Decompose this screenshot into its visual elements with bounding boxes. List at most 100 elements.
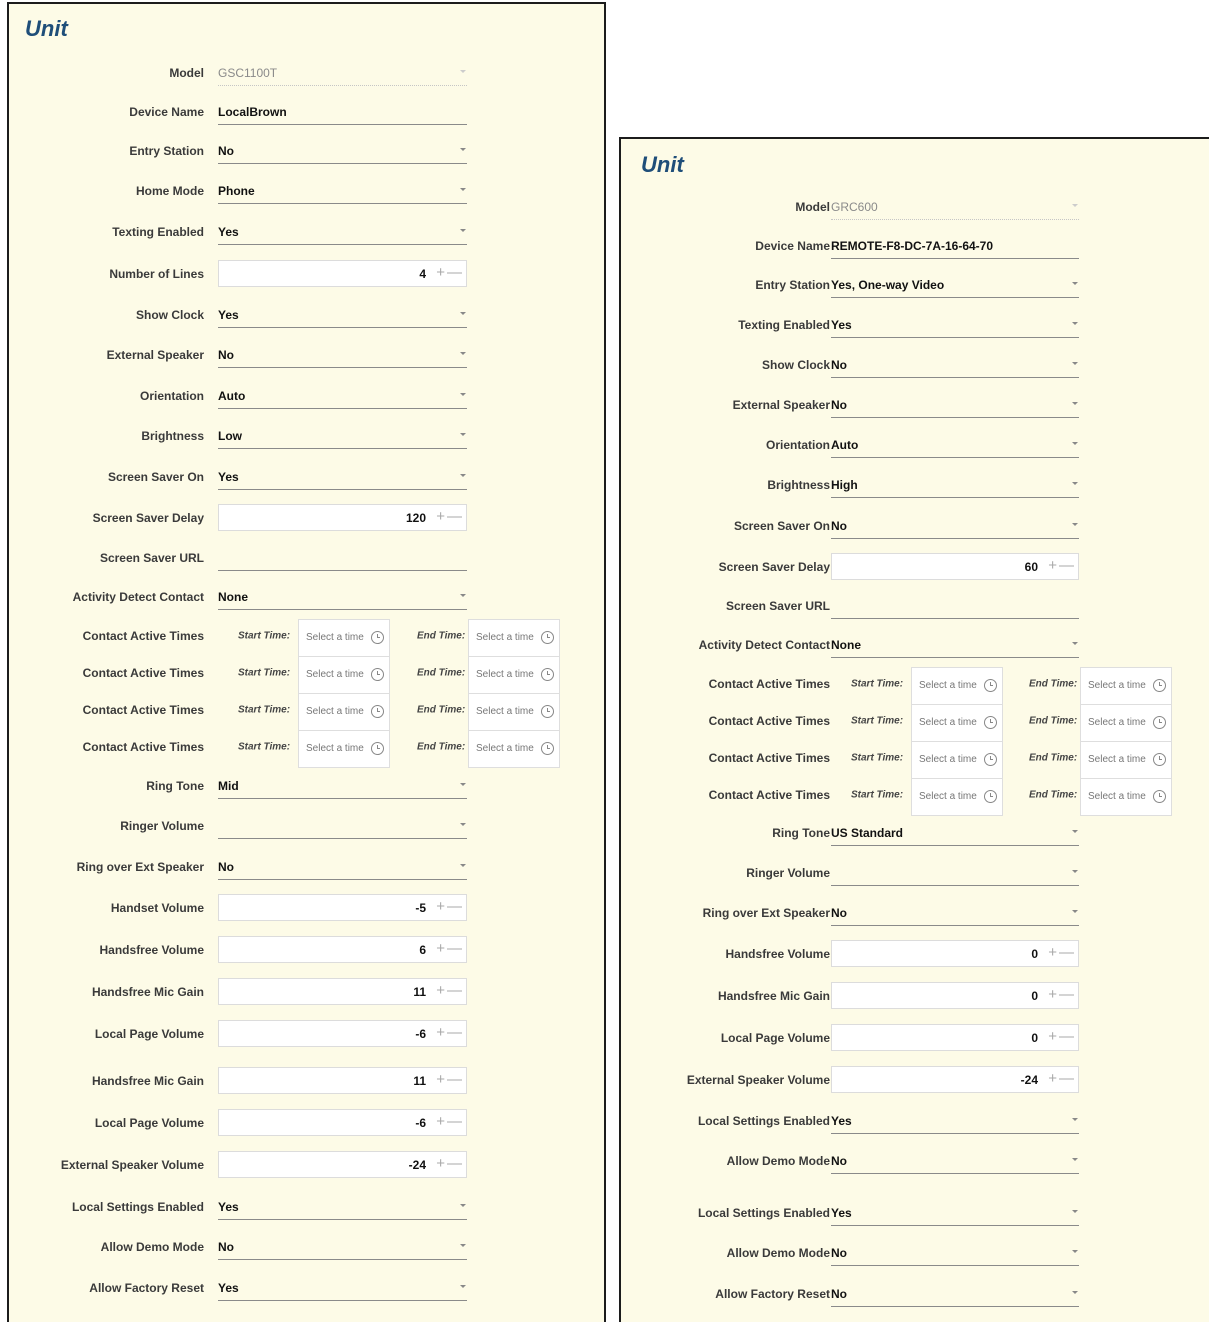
plus-icon[interactable]: + bbox=[436, 1071, 445, 1089]
plus-icon[interactable]: + bbox=[1048, 944, 1057, 962]
plus-icon[interactable]: + bbox=[436, 1113, 445, 1131]
handsfree-mic-gain-stepper[interactable]: 0 + — bbox=[831, 982, 1079, 1009]
clock-icon[interactable] bbox=[541, 705, 554, 718]
plus-icon[interactable]: + bbox=[1048, 1028, 1057, 1046]
minus-icon[interactable]: — bbox=[1059, 944, 1074, 962]
activity-detect-contact-select[interactable]: None bbox=[831, 635, 1079, 658]
plus-icon[interactable]: + bbox=[436, 1155, 445, 1173]
clock-icon[interactable] bbox=[984, 790, 997, 803]
start-time-picker[interactable]: Select a time bbox=[298, 693, 390, 731]
minus-icon[interactable]: — bbox=[447, 940, 462, 958]
home-mode-select[interactable]: Phone bbox=[218, 181, 467, 204]
start-time-picker[interactable]: Select a time bbox=[911, 667, 1003, 705]
end-time-picker[interactable]: Select a time bbox=[468, 730, 560, 768]
handset-volume-stepper[interactable]: -5 + — bbox=[218, 894, 467, 921]
external-speaker-select[interactable]: No bbox=[218, 345, 467, 368]
screen-saver-on-select[interactable]: No bbox=[831, 516, 1079, 539]
clock-icon[interactable] bbox=[371, 742, 384, 755]
brightness-select[interactable]: High bbox=[831, 475, 1079, 498]
ringer-volume-select[interactable] bbox=[831, 863, 1079, 886]
ringer-volume-select[interactable] bbox=[218, 816, 467, 839]
plus-icon[interactable]: + bbox=[436, 508, 445, 526]
device-name-input[interactable]: REMOTE-F8-DC-7A-16-64-70 bbox=[831, 236, 1079, 259]
allow-demo-mode-select[interactable]: No bbox=[831, 1151, 1079, 1174]
minus-icon[interactable]: — bbox=[447, 982, 462, 1000]
brightness-select[interactable]: Low bbox=[218, 426, 467, 449]
clock-icon[interactable] bbox=[1153, 790, 1166, 803]
screen-saver-delay-stepper[interactable]: 60 + — bbox=[831, 553, 1079, 580]
end-time-picker[interactable]: Select a time bbox=[468, 619, 560, 657]
local-page-volume-stepper[interactable]: -6 + — bbox=[218, 1109, 467, 1136]
start-time-picker[interactable]: Select a time bbox=[911, 704, 1003, 742]
plus-icon[interactable]: + bbox=[436, 898, 445, 916]
external-speaker-volume-stepper[interactable]: -24 + — bbox=[831, 1066, 1079, 1093]
screen-saver-on-select[interactable]: Yes bbox=[218, 467, 467, 490]
minus-icon[interactable]: — bbox=[1059, 557, 1074, 575]
start-time-picker[interactable]: Select a time bbox=[298, 619, 390, 657]
clock-icon[interactable] bbox=[1153, 753, 1166, 766]
end-time-picker[interactable]: Select a time bbox=[1080, 778, 1172, 816]
external-speaker-volume-stepper[interactable]: -24 + — bbox=[218, 1151, 467, 1178]
orientation-select[interactable]: Auto bbox=[218, 386, 467, 409]
external-speaker-select[interactable]: No bbox=[831, 395, 1079, 418]
clock-icon[interactable] bbox=[541, 742, 554, 755]
start-time-picker[interactable]: Select a time bbox=[298, 656, 390, 694]
clock-icon[interactable] bbox=[1153, 716, 1166, 729]
plus-icon[interactable]: + bbox=[1048, 1070, 1057, 1088]
minus-icon[interactable]: — bbox=[447, 1113, 462, 1131]
ring-tone-select[interactable]: Mid bbox=[218, 776, 467, 799]
local-settings-enabled-select[interactable]: Yes bbox=[831, 1111, 1079, 1134]
clock-icon[interactable] bbox=[541, 668, 554, 681]
clock-icon[interactable] bbox=[541, 631, 554, 644]
show-clock-select[interactable]: No bbox=[831, 355, 1079, 378]
texting-enabled-select[interactable]: Yes bbox=[831, 315, 1079, 338]
screen-saver-delay-stepper[interactable]: 120 + — bbox=[218, 504, 467, 531]
show-clock-select[interactable]: Yes bbox=[218, 305, 467, 328]
minus-icon[interactable]: — bbox=[447, 1024, 462, 1042]
clock-icon[interactable] bbox=[371, 668, 384, 681]
ring-over-ext-speaker-select[interactable]: No bbox=[831, 903, 1079, 926]
plus-icon[interactable]: + bbox=[436, 940, 445, 958]
orientation-select[interactable]: Auto bbox=[831, 435, 1079, 458]
end-time-picker[interactable]: Select a time bbox=[1080, 667, 1172, 705]
start-time-picker[interactable]: Select a time bbox=[911, 741, 1003, 779]
end-time-picker[interactable]: Select a time bbox=[1080, 704, 1172, 742]
allow-demo-mode-select[interactable]: No bbox=[218, 1237, 467, 1260]
clock-icon[interactable] bbox=[984, 753, 997, 766]
entry-station-select[interactable]: No bbox=[218, 141, 467, 164]
screen-saver-url-input[interactable] bbox=[218, 548, 467, 571]
plus-icon[interactable]: + bbox=[436, 264, 445, 282]
clock-icon[interactable] bbox=[1153, 679, 1166, 692]
local-page-volume-stepper[interactable]: -6 + — bbox=[218, 1020, 467, 1047]
texting-enabled-select[interactable]: Yes bbox=[218, 222, 467, 245]
start-time-picker[interactable]: Select a time bbox=[911, 778, 1003, 816]
end-time-picker[interactable]: Select a time bbox=[468, 693, 560, 731]
ring-tone-select[interactable]: US Standard bbox=[831, 823, 1079, 846]
minus-icon[interactable]: — bbox=[1059, 1028, 1074, 1046]
minus-icon[interactable]: — bbox=[1059, 1070, 1074, 1088]
number-of-lines-stepper[interactable]: 4 + — bbox=[218, 260, 467, 287]
end-time-picker[interactable]: Select a time bbox=[1080, 741, 1172, 779]
handsfree-volume-stepper[interactable]: 6 + — bbox=[218, 936, 467, 963]
allow-factory-reset-select[interactable]: Yes bbox=[218, 1278, 467, 1301]
clock-icon[interactable] bbox=[984, 679, 997, 692]
handsfree-mic-gain-stepper[interactable]: 11 + — bbox=[218, 978, 467, 1005]
screen-saver-url-input[interactable] bbox=[831, 596, 1079, 619]
end-time-picker[interactable]: Select a time bbox=[468, 656, 560, 694]
local-settings-enabled-select[interactable]: Yes bbox=[218, 1197, 467, 1220]
device-name-input[interactable]: LocalBrown bbox=[218, 102, 467, 125]
minus-icon[interactable]: — bbox=[447, 264, 462, 282]
plus-icon[interactable]: + bbox=[1048, 557, 1057, 575]
clock-icon[interactable] bbox=[371, 631, 384, 644]
ring-over-ext-speaker-select[interactable]: No bbox=[218, 857, 467, 880]
allow-factory-reset-select[interactable]: No bbox=[831, 1284, 1079, 1307]
plus-icon[interactable]: + bbox=[1048, 986, 1057, 1004]
clock-icon[interactable] bbox=[371, 705, 384, 718]
local-settings-enabled-select[interactable]: Yes bbox=[831, 1203, 1079, 1226]
allow-demo-mode-select[interactable]: No bbox=[831, 1243, 1079, 1266]
local-page-volume-stepper[interactable]: 0 + — bbox=[831, 1024, 1079, 1051]
minus-icon[interactable]: — bbox=[447, 1155, 462, 1173]
handsfree-volume-stepper[interactable]: 0 + — bbox=[831, 940, 1079, 967]
start-time-picker[interactable]: Select a time bbox=[298, 730, 390, 768]
handsfree-mic-gain-stepper[interactable]: 11 + — bbox=[218, 1067, 467, 1094]
